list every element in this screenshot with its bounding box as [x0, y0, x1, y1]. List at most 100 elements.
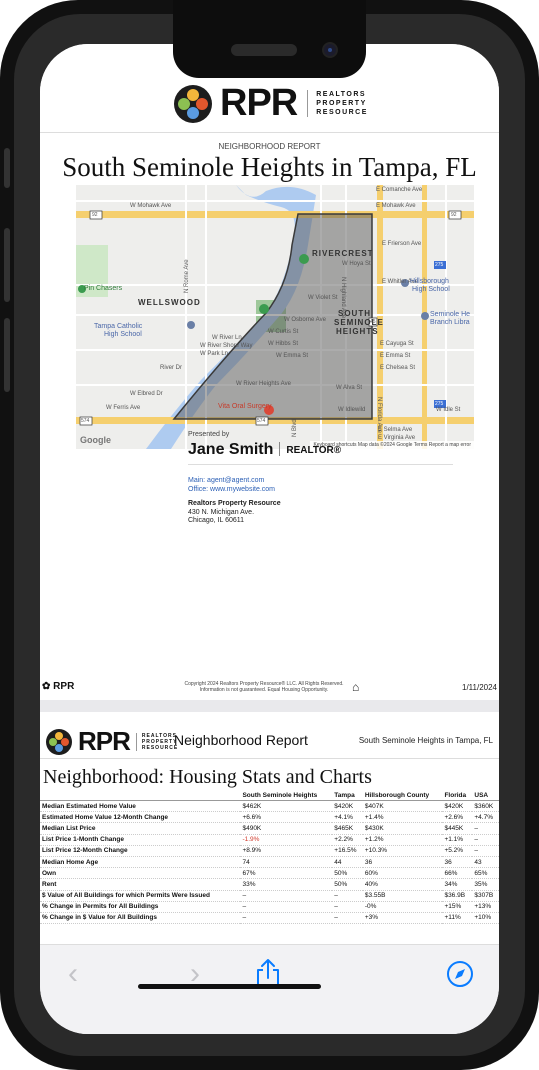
- table-row: Rent 33% 50% 40% 34% 35%: [40, 878, 499, 891]
- google-logo: Google: [80, 435, 111, 445]
- table-cell: -1.9%: [240, 834, 333, 846]
- table-cell: -0%: [362, 901, 443, 913]
- row-label: $ Value of All Buildings for which Permi…: [40, 890, 241, 902]
- office-address: Realtors Property Resource 430 N. Michig…: [188, 500, 281, 524]
- table-row: Median Estimated Home Value $462K $420K $40…: [40, 800, 499, 813]
- table-row: Median List Price $490K $465K $430K $445K –: [40, 822, 499, 835]
- table-cell: –: [240, 901, 333, 913]
- contact-office[interactable]: Office: www.mywebsite.com: [188, 485, 275, 494]
- table-row: % Change in Permits for All Buildings – – -…: [40, 901, 499, 913]
- table-cell: +5.2%: [442, 845, 473, 857]
- table-cell: +6.6%: [240, 811, 333, 824]
- company-name: Realtors Property Resource: [188, 500, 281, 507]
- page-gap: [40, 700, 499, 712]
- table-cell: –: [332, 901, 363, 913]
- speaker-grille: [231, 44, 297, 56]
- contact-main[interactable]: Main: agent@agent.com: [188, 476, 275, 485]
- table-cell: 67%: [240, 867, 333, 880]
- row-label: Median Home Age: [40, 856, 241, 869]
- row-label: % Change in $ Value for All Buildings: [40, 912, 241, 925]
- logo-subtitle: REALTORS PROPERTY RESOURCE: [307, 90, 368, 117]
- report-page-2: RPR REALTORS PROPERTY RESOURCE Neighborh…: [40, 712, 499, 944]
- table-cell: –: [332, 912, 363, 925]
- table-cell: –: [472, 822, 499, 835]
- table-row: Estimated Home Value 12-Month Change +6.6…: [40, 811, 499, 824]
- mute-switch: [4, 148, 10, 188]
- table-cell: 50%: [332, 867, 363, 880]
- neighborhood-map[interactable]: W Mohawk Ave E Comanche Ave E Mohawk Ave…: [76, 185, 474, 449]
- table-cell: +4.7%: [472, 811, 499, 824]
- row-label: Estimated Home Value 12-Month Change: [40, 811, 241, 824]
- phone-notch: [173, 0, 366, 78]
- header-divider: [40, 132, 499, 133]
- table-cell: 35%: [472, 878, 499, 891]
- table-row: Median Home Age 74 44 36 36 43: [40, 856, 499, 869]
- row-label: List Price 1-Month Change: [40, 834, 241, 846]
- table-cell: $407K: [362, 800, 443, 813]
- volume-down-button: [4, 318, 10, 392]
- page2-header-title: Neighborhood Report: [174, 732, 308, 748]
- report-type: NEIGHBORHOOD REPORT: [218, 142, 321, 151]
- rpr-logo-icon: [46, 728, 72, 755]
- report-page-1: RPR REALTORS PROPERTY RESOURCE NEIGHBORH…: [40, 44, 499, 700]
- table-cell: 36: [362, 856, 443, 869]
- table-cell: –: [472, 834, 499, 846]
- row-label: Median Estimated Home Value: [40, 800, 241, 813]
- home-indicator[interactable]: [138, 984, 321, 989]
- equal-housing-icon: ⌂: [352, 680, 360, 694]
- table-cell: +16.5%: [332, 845, 363, 857]
- volume-up-button: [4, 228, 10, 302]
- table-cell: $307B: [472, 890, 499, 902]
- table-cell: +13%: [472, 901, 499, 913]
- table-cell: 66%: [442, 867, 473, 880]
- page-footer: ✿ RPR Copyright 2024 Realtors Property R…: [40, 677, 499, 699]
- table-cell: 43: [472, 856, 499, 869]
- table-header: South Seminole Heights Tampa Hillsboroug…: [40, 791, 499, 801]
- table-cell: 60%: [362, 867, 443, 880]
- page2-location: South Seminole Heights in Tampa, FL: [358, 736, 493, 745]
- table-cell: $360K: [472, 800, 499, 813]
- table-cell: +4.1%: [332, 811, 363, 824]
- table-cell: +15%: [442, 901, 473, 913]
- table-cell: 36: [442, 856, 473, 869]
- browser-toolbar: ‹ ›: [40, 944, 499, 1034]
- table-cell: 34%: [442, 878, 473, 891]
- table-row: List Price 1-Month Change -1.9% +2.2% +1.2%…: [40, 834, 499, 846]
- rpr-logo: RPR REALTORS PROPERTY RESOURCE: [174, 82, 368, 125]
- table-row: $ Value of All Buildings for which Permi…: [40, 890, 499, 902]
- table-cell: +2.2%: [332, 834, 363, 846]
- agent-divider: [188, 464, 453, 465]
- table-cell: $490K: [240, 822, 333, 835]
- table-cell: $36.9B: [442, 890, 473, 902]
- back-icon[interactable]: ‹: [68, 959, 78, 989]
- footer-copyright: Copyright 2024 Realtors Property Resourc…: [184, 681, 344, 693]
- agent-name: Jane Smith REALTOR®: [188, 441, 342, 458]
- housing-stats-table: South Seminole Heights Tampa Hillsboroug…: [40, 791, 499, 925]
- row-label: Rent: [40, 878, 241, 891]
- table-row: Own 67% 50% 60% 66% 65%: [40, 867, 499, 880]
- table-cell: +11%: [442, 912, 473, 925]
- table-cell: $420K: [332, 800, 363, 813]
- table-cell: $3.55B: [362, 890, 443, 902]
- agent-credential: REALTOR®: [286, 445, 342, 456]
- table-cell: +1.4%: [362, 811, 443, 824]
- row-label: % Change in Permits for All Buildings: [40, 901, 241, 913]
- phone-frame: RPR REALTORS PROPERTY RESOURCE NEIGHBORH…: [0, 0, 539, 1070]
- footer-brand: ✿ RPR: [42, 681, 75, 692]
- table-cell: $420K: [442, 800, 473, 813]
- share-icon[interactable]: [253, 957, 283, 997]
- row-label: List Price 12-Month Change: [40, 845, 241, 857]
- compass-icon[interactable]: [445, 959, 475, 995]
- table-row: % Change in $ Value for All Buildings – – +…: [40, 912, 499, 925]
- table-cell: 44: [332, 856, 363, 869]
- table-cell: 74: [240, 856, 333, 869]
- table-cell: –: [332, 890, 363, 902]
- table-cell: +1.1%: [442, 834, 473, 846]
- table-cell: $430K: [362, 822, 443, 835]
- table-cell: 33%: [240, 878, 333, 891]
- presented-by-label: Presented by: [188, 431, 230, 438]
- front-camera: [322, 42, 338, 58]
- table-cell: –: [240, 912, 333, 925]
- agent-contact[interactable]: Main: agent@agent.com Office: www.mywebs…: [188, 476, 275, 494]
- table-cell: +3%: [362, 912, 443, 925]
